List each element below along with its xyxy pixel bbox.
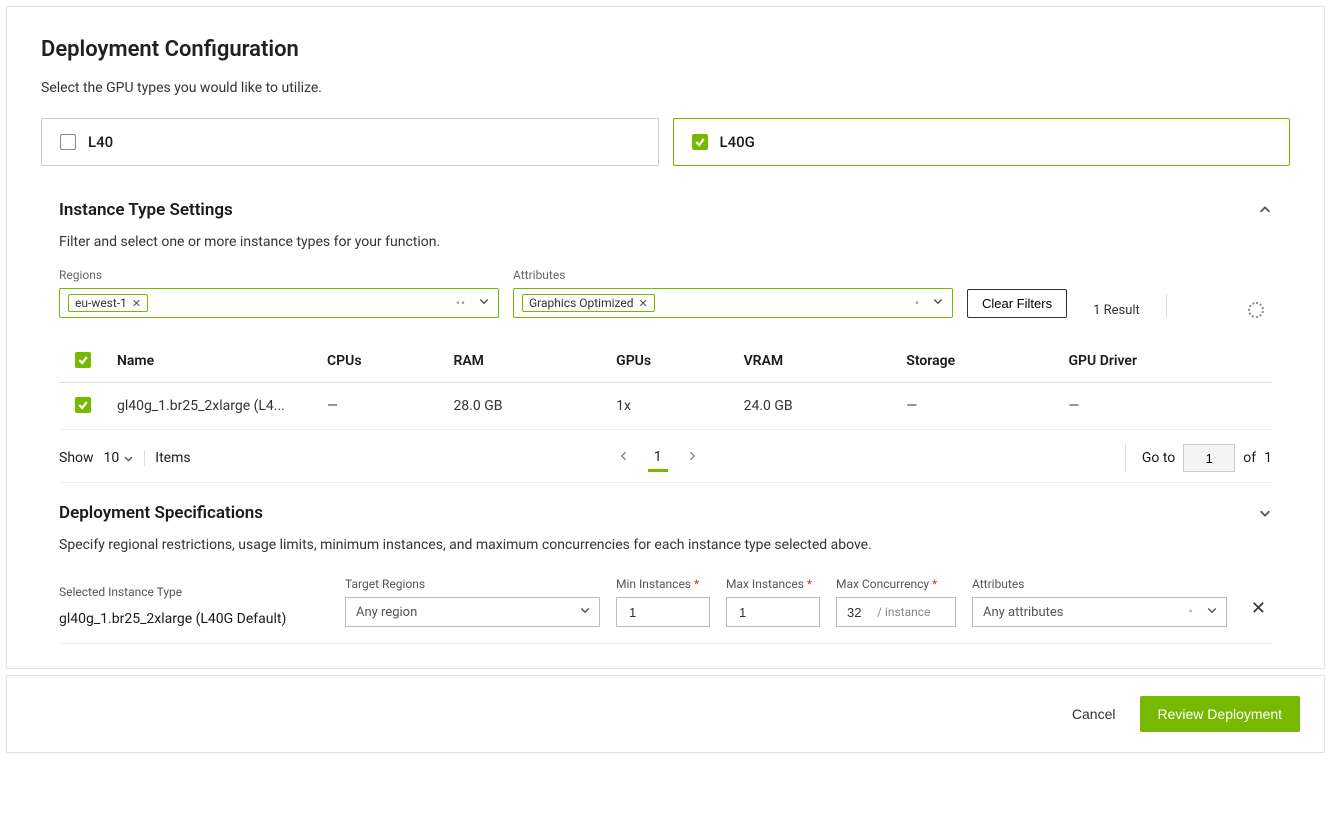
- min-instances-input-wrap: [616, 597, 710, 627]
- selected-instance-value: gl40g_1.br25_2xlarge (L40G Default): [59, 605, 329, 627]
- chevron-down-icon: [1206, 604, 1218, 620]
- current-page[interactable]: 1: [648, 445, 668, 472]
- clear-filters-button[interactable]: Clear Filters: [967, 289, 1067, 318]
- region-chip[interactable]: eu-west-1 ✕: [68, 294, 148, 312]
- max-instances-input-wrap: [726, 597, 820, 627]
- instance-settings-title: Instance Type Settings: [59, 200, 233, 220]
- page-size-selector[interactable]: 10: [104, 450, 146, 466]
- divider: [1166, 294, 1167, 318]
- col-ram[interactable]: RAM: [445, 340, 608, 383]
- gpu-label-l40: L40: [88, 133, 113, 151]
- deployment-config-card: Deployment Configuration Select the GPU …: [6, 6, 1325, 669]
- cell-cpus: —: [319, 383, 445, 430]
- col-gpus[interactable]: GPUs: [608, 340, 735, 383]
- min-instances-label: Min Instances *: [616, 577, 710, 591]
- max-concurrency-label: Max Concurrency *: [836, 577, 956, 591]
- gpu-option-l40g[interactable]: L40G: [673, 118, 1291, 166]
- col-driver[interactable]: GPU Driver: [1061, 340, 1272, 383]
- cell-gpus: 1x: [608, 383, 735, 430]
- of-label: of: [1243, 450, 1256, 466]
- max-concurrency-input-wrap: / instance: [836, 597, 956, 627]
- attributes-label: Attributes: [513, 268, 953, 282]
- spec-attributes-label: Attributes: [972, 577, 1227, 591]
- gpu-type-selector: L40 L40G: [41, 118, 1290, 166]
- col-name[interactable]: Name: [109, 340, 319, 383]
- regions-label: Regions: [59, 268, 499, 282]
- col-vram[interactable]: VRAM: [736, 340, 899, 383]
- page-size-value: 10: [104, 450, 120, 466]
- max-instances-input[interactable]: [737, 604, 809, 621]
- more-indicator: •: [1188, 604, 1200, 620]
- gpu-option-l40[interactable]: L40: [41, 118, 659, 166]
- cell-driver: —: [1061, 383, 1272, 430]
- chevron-down-icon: [123, 453, 134, 464]
- checkbox-l40[interactable]: [60, 134, 76, 150]
- checkbox-l40g[interactable]: [692, 134, 708, 150]
- paginator: Show 10 Items 1 Go to of 1: [59, 430, 1272, 483]
- close-icon[interactable]: ✕: [132, 297, 141, 310]
- table-row[interactable]: gl40g_1.br25_2xlarge (L4... — 28.0 GB 1x…: [59, 383, 1272, 430]
- region-chip-text: eu-west-1: [75, 296, 127, 310]
- goto-page-input[interactable]: [1183, 444, 1235, 472]
- col-storage[interactable]: Storage: [898, 340, 1060, 383]
- spec-attributes-select[interactable]: Any attributes •: [972, 597, 1227, 627]
- max-concurrency-input[interactable]: [837, 605, 877, 620]
- cancel-button[interactable]: Cancel: [1066, 705, 1122, 723]
- attributes-multiselect[interactable]: Graphics Optimized ✕ •: [513, 288, 953, 318]
- total-pages: 1: [1264, 450, 1272, 466]
- cell-name: gl40g_1.br25_2xlarge (L4...: [109, 383, 319, 430]
- select-all-checkbox[interactable]: [75, 352, 91, 368]
- col-cpus[interactable]: CPUs: [319, 340, 445, 383]
- deployment-specs-section: Deployment Specifications Specify region…: [41, 503, 1290, 644]
- filter-row: Regions eu-west-1 ✕ •• Attributes Graphic…: [59, 268, 1272, 318]
- show-label: Show: [59, 450, 94, 466]
- goto-label: Go to: [1142, 450, 1175, 466]
- specs-header[interactable]: Deployment Specifications: [59, 503, 1272, 523]
- target-regions-label: Target Regions: [345, 577, 600, 591]
- page-subtitle: Select the GPU types you would like to u…: [41, 80, 1290, 96]
- instance-type-settings-section: Instance Type Settings Filter and select…: [41, 200, 1290, 483]
- table-header-row: Name CPUs RAM GPUs VRAM Storage GPU Driv…: [59, 340, 1272, 383]
- remove-spec-button[interactable]: ✕: [1245, 594, 1272, 623]
- review-deployment-button[interactable]: Review Deployment: [1140, 696, 1301, 732]
- result-count: 1 Result: [1081, 303, 1152, 318]
- instance-settings-desc: Filter and select one or more instance t…: [59, 234, 1272, 250]
- close-icon[interactable]: ✕: [639, 297, 648, 310]
- mc-suffix: / instance: [877, 605, 940, 619]
- cell-vram: 24.0 GB: [736, 383, 899, 430]
- instance-table: Name CPUs RAM GPUs VRAM Storage GPU Driv…: [59, 340, 1272, 430]
- attribute-chip-text: Graphics Optimized: [529, 296, 634, 310]
- row-checkbox[interactable]: [75, 397, 91, 413]
- min-instances-input[interactable]: [627, 604, 699, 621]
- spec-row: Selected Instance Type gl40g_1.br25_2xla…: [59, 571, 1272, 644]
- actions-card: Cancel Review Deployment: [6, 675, 1325, 753]
- prev-page-button[interactable]: [618, 450, 630, 466]
- regions-multiselect[interactable]: eu-west-1 ✕ ••: [59, 288, 499, 318]
- gpu-label-l40g: L40G: [720, 133, 755, 151]
- more-indicator: ••: [456, 296, 470, 310]
- items-label: Items: [155, 450, 190, 466]
- target-regions-select[interactable]: Any region: [345, 597, 600, 627]
- more-indicator: •: [915, 296, 924, 310]
- regions-filter-col: Regions eu-west-1 ✕ ••: [59, 268, 499, 318]
- chevron-up-icon: [1258, 203, 1272, 217]
- loading-spinner-icon: [1248, 302, 1264, 318]
- cell-ram: 28.0 GB: [445, 383, 608, 430]
- instance-settings-header[interactable]: Instance Type Settings: [59, 200, 1272, 220]
- chevron-down-icon: [478, 295, 490, 311]
- chevron-down-icon: [579, 604, 591, 620]
- chevron-down-icon: [932, 295, 944, 311]
- attributes-filter-col: Attributes Graphics Optimized ✕ •: [513, 268, 953, 318]
- cell-storage: —: [898, 383, 1060, 430]
- max-instances-label: Max Instances *: [726, 577, 820, 591]
- chevron-down-icon: [1258, 506, 1272, 520]
- page-title: Deployment Configuration: [41, 37, 1290, 62]
- attribute-chip[interactable]: Graphics Optimized ✕: [522, 294, 655, 312]
- specs-title: Deployment Specifications: [59, 503, 263, 523]
- selected-instance-label: Selected Instance Type: [59, 585, 329, 599]
- next-page-button[interactable]: [686, 450, 698, 466]
- spec-attributes-value: Any attributes: [983, 605, 1064, 620]
- specs-desc: Specify regional restrictions, usage lim…: [59, 537, 1272, 553]
- target-regions-value: Any region: [356, 605, 417, 620]
